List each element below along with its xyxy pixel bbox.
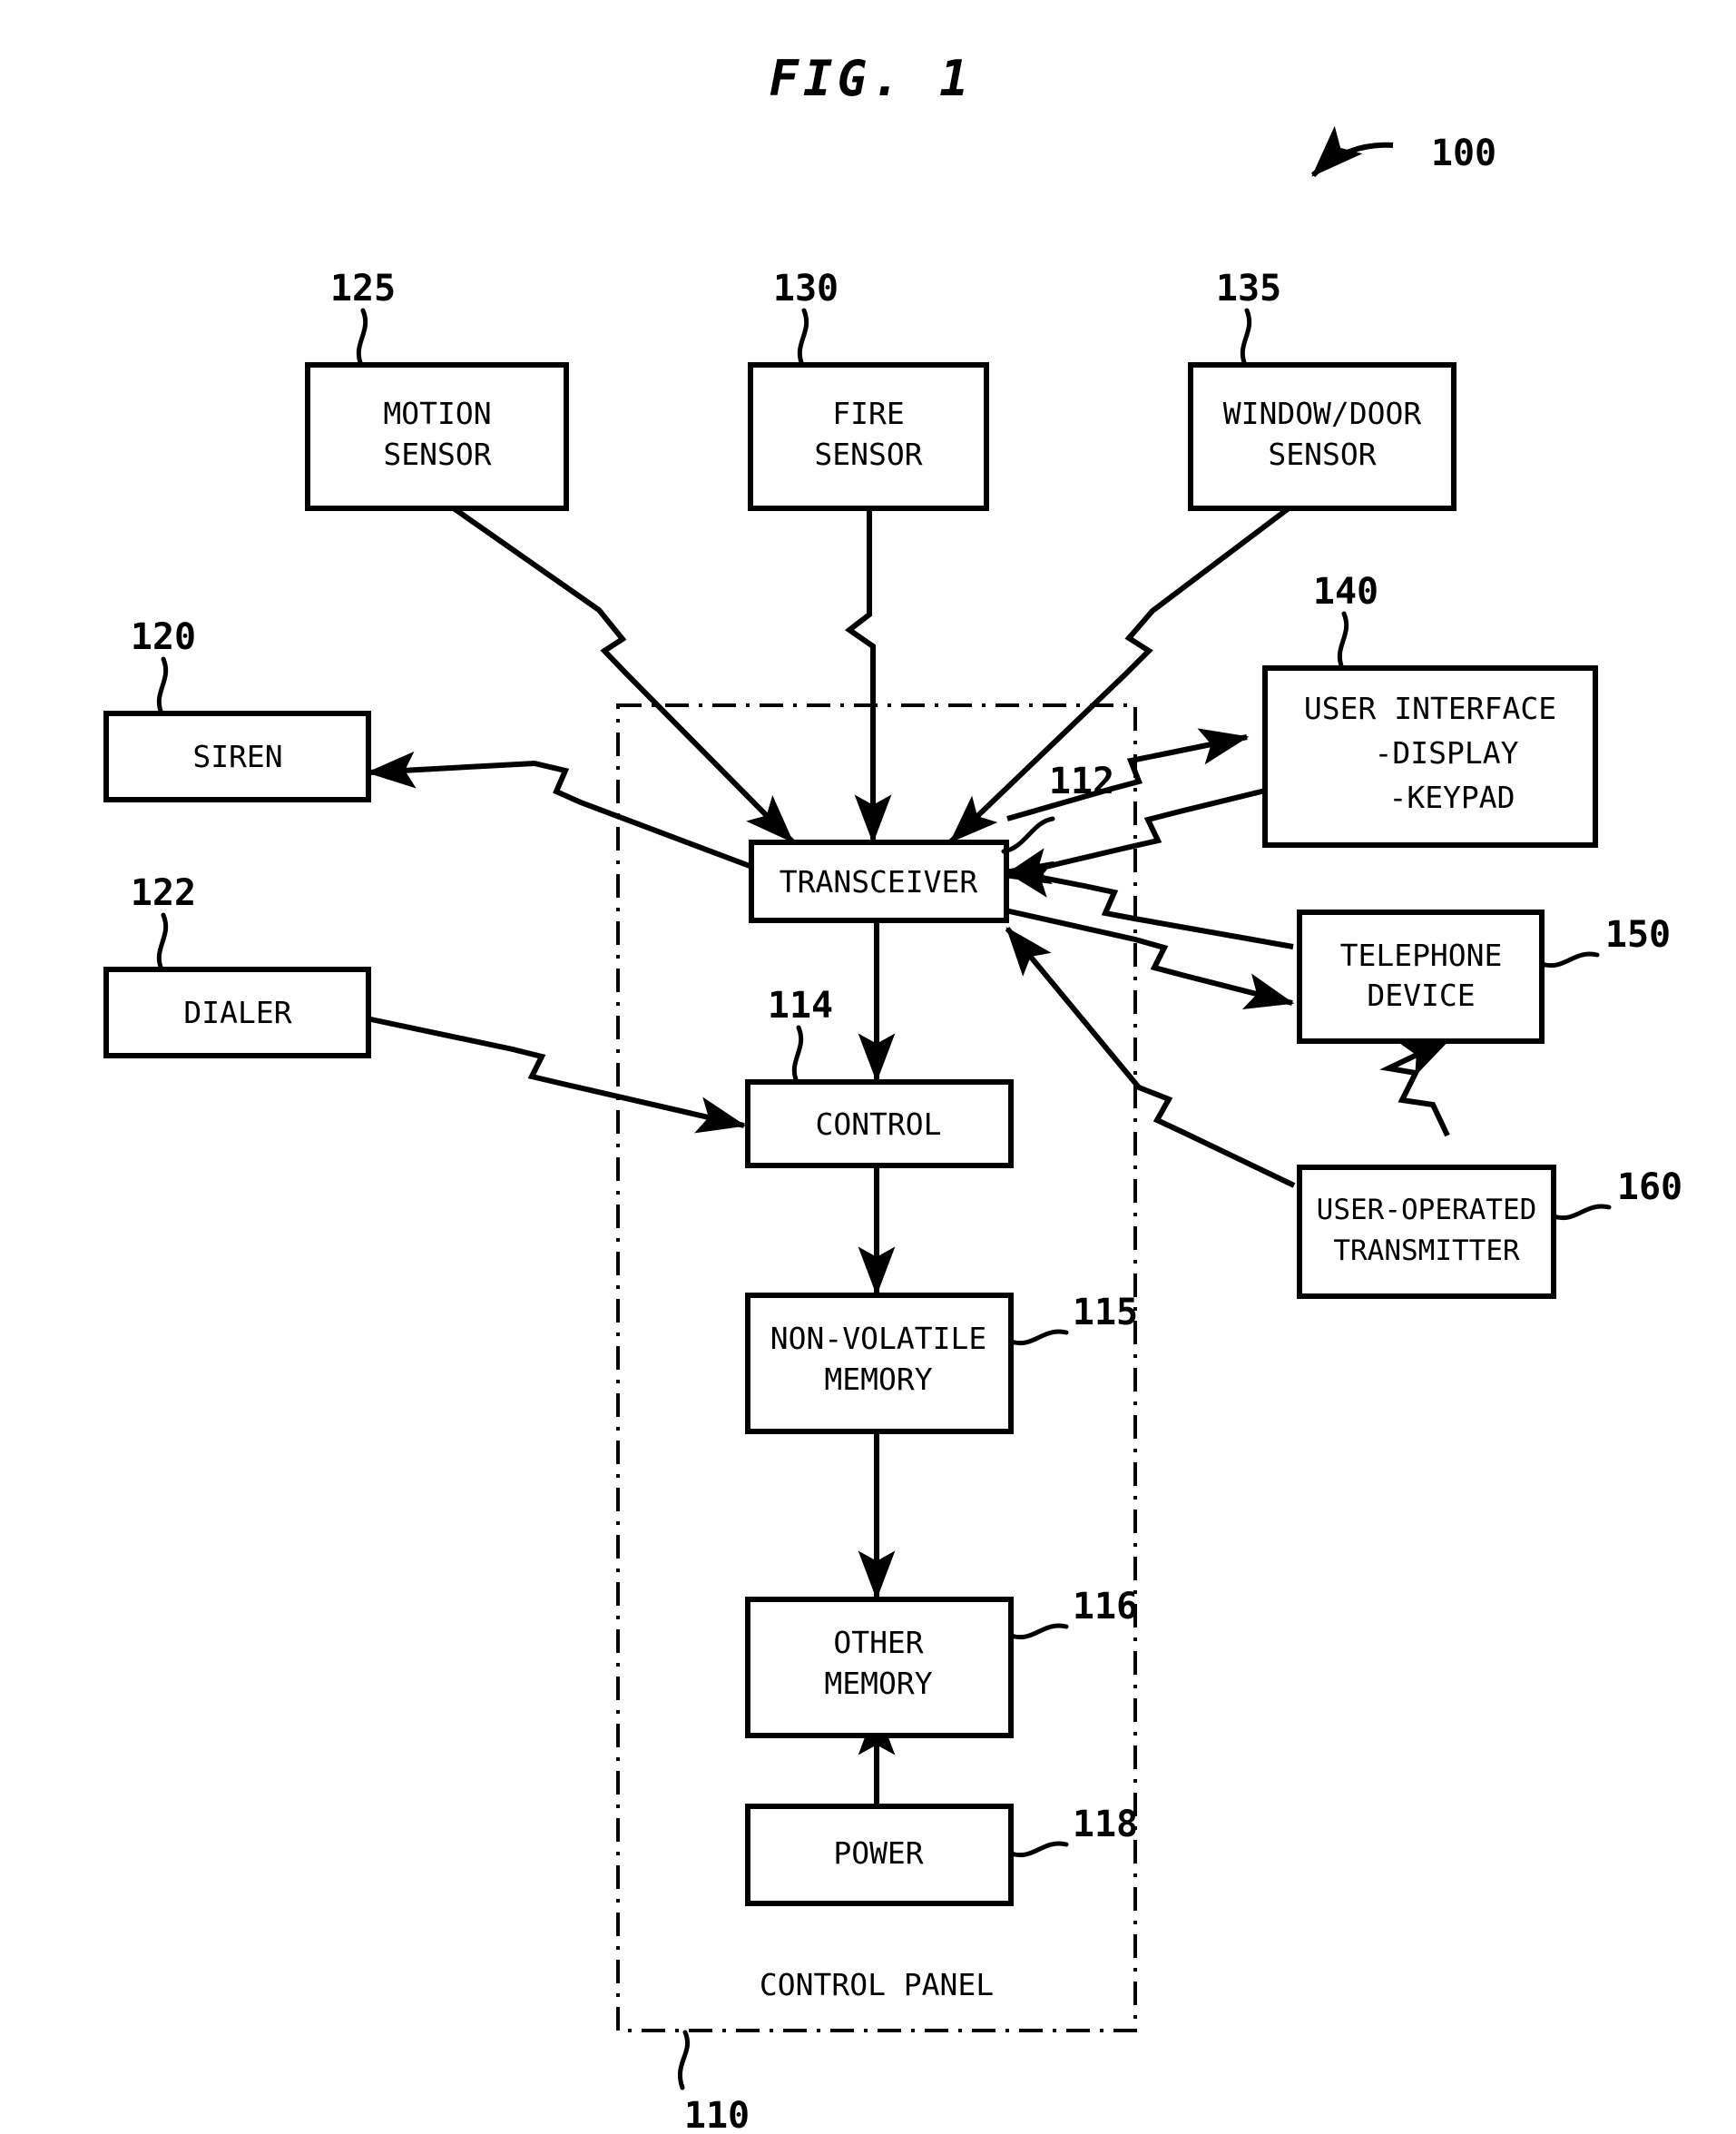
ref-label-150: 150	[1605, 914, 1671, 956]
telephone-device-label-line2: DEVICE	[1367, 978, 1475, 1013]
ref-label-116: 116	[1073, 1586, 1138, 1628]
box-user-operated-transmitter[interactable]: USER-OPERATED TRANSMITTER	[1297, 1165, 1556, 1299]
ref-leader-140: 140	[1313, 571, 1378, 671]
box-motion-sensor[interactable]: MOTION SENSOR	[305, 362, 569, 511]
box-siren[interactable]: SIREN	[103, 711, 371, 802]
ref-leader-160: 160	[1551, 1166, 1682, 1221]
box-power[interactable]: POWER	[745, 1804, 1014, 1906]
ref-leader-125: 125	[330, 268, 396, 368]
transmitter-label-line2: TRANSMITTER	[1333, 1234, 1520, 1267]
dialer-label: DIALER	[183, 995, 291, 1030]
ref-label-120: 120	[131, 616, 196, 658]
telephone-device-label-line1: TELEPHONE	[1340, 938, 1503, 973]
other-memory-label-line2: MEMORY	[824, 1666, 932, 1701]
ref-leader-116: 116	[1008, 1586, 1138, 1640]
ref-label-160: 160	[1617, 1166, 1682, 1208]
ref-label-130: 130	[773, 268, 839, 310]
nvm-label-line1: NON-VOLATILE	[770, 1321, 986, 1356]
link-transmitter-to-telephone	[1379, 1037, 1452, 1137]
ref-leader-118: 118	[1008, 1804, 1138, 1858]
fire-sensor-label-line1: FIRE	[832, 396, 904, 431]
motion-sensor-label-line1: MOTION	[383, 396, 491, 431]
user-interface-label-line1: USER INTERFACE	[1304, 691, 1556, 726]
system-ref-100: 100	[1310, 125, 1496, 178]
ref-label-100: 100	[1431, 133, 1496, 174]
fire-sensor-label-line2: SENSOR	[814, 437, 922, 472]
power-label: POWER	[833, 1835, 923, 1871]
nvm-label-line2: MEMORY	[824, 1362, 932, 1397]
control-panel-label: CONTROL PANEL	[760, 1967, 994, 2002]
box-transceiver[interactable]: TRANSCEIVER	[749, 840, 1009, 923]
ref-label-122: 122	[131, 872, 196, 914]
box-telephone-device[interactable]: TELEPHONE DEVICE	[1297, 910, 1545, 1044]
user-interface-label-line2: -DISPLAY	[1375, 735, 1519, 771]
link-transmitter-to-transceiver	[1005, 927, 1296, 1188]
link-dialer-to-control	[366, 1016, 747, 1134]
ref-label-112: 112	[1049, 761, 1114, 802]
ref-label-125: 125	[330, 268, 396, 310]
box-window-door-sensor[interactable]: WINDOW/DOOR SENSOR	[1188, 362, 1456, 511]
ref-label-110: 110	[684, 2095, 750, 2134]
patent-figure: FIG. 1 100 CONTROL PANEL 110 MOTION SENS…	[0, 0, 1736, 2134]
transmitter-label-line1: USER-OPERATED	[1317, 1194, 1537, 1226]
ref-label-140: 140	[1313, 571, 1378, 613]
ref-leader-150: 150	[1539, 914, 1671, 969]
ref-leader-130: 130	[773, 268, 839, 368]
link-transceiver-to-siren	[366, 751, 766, 874]
ref-label-118: 118	[1073, 1804, 1138, 1845]
ref-leader-122: 122	[131, 872, 196, 972]
ref-label-135: 135	[1216, 268, 1281, 310]
ref-leader-135: 135	[1216, 268, 1281, 368]
siren-label: SIREN	[192, 739, 282, 774]
ref-leader-114: 114	[768, 985, 833, 1085]
ref-leader-110: 110	[677, 2030, 750, 2134]
link-windoor-to-transceiver	[948, 497, 1301, 844]
transceiver-label: TRANSCEIVER	[780, 864, 978, 900]
box-control[interactable]: CONTROL	[745, 1079, 1014, 1168]
link-fire-to-transceiver	[844, 499, 892, 844]
figure-title: FIG. 1	[769, 50, 973, 107]
box-user-interface[interactable]: USER INTERFACE -DISPLAY -KEYPAD	[1262, 665, 1598, 848]
box-fire-sensor[interactable]: FIRE SENSOR	[748, 362, 989, 511]
ref-label-115: 115	[1073, 1292, 1138, 1333]
other-memory-label-line1: OTHER	[833, 1625, 923, 1660]
box-non-volatile-memory[interactable]: NON-VOLATILE MEMORY	[745, 1293, 1014, 1434]
window-door-sensor-label-line1: WINDOW/DOOR	[1223, 396, 1422, 431]
control-label: CONTROL	[815, 1106, 941, 1142]
link-telephone-to-transceiver	[1002, 860, 1294, 949]
box-dialer[interactable]: DIALER	[103, 967, 371, 1058]
ref-leader-115: 115	[1008, 1292, 1138, 1346]
link-transceiver-to-telephone	[1005, 908, 1295, 1010]
ref-label-114: 114	[768, 985, 833, 1027]
motion-sensor-label-line2: SENSOR	[383, 437, 491, 472]
ref-leader-120: 120	[131, 616, 196, 716]
user-interface-label-line3: -KEYPAD	[1388, 780, 1515, 815]
box-other-memory[interactable]: OTHER MEMORY	[745, 1597, 1014, 1738]
window-door-sensor-label-line2: SENSOR	[1268, 437, 1376, 472]
